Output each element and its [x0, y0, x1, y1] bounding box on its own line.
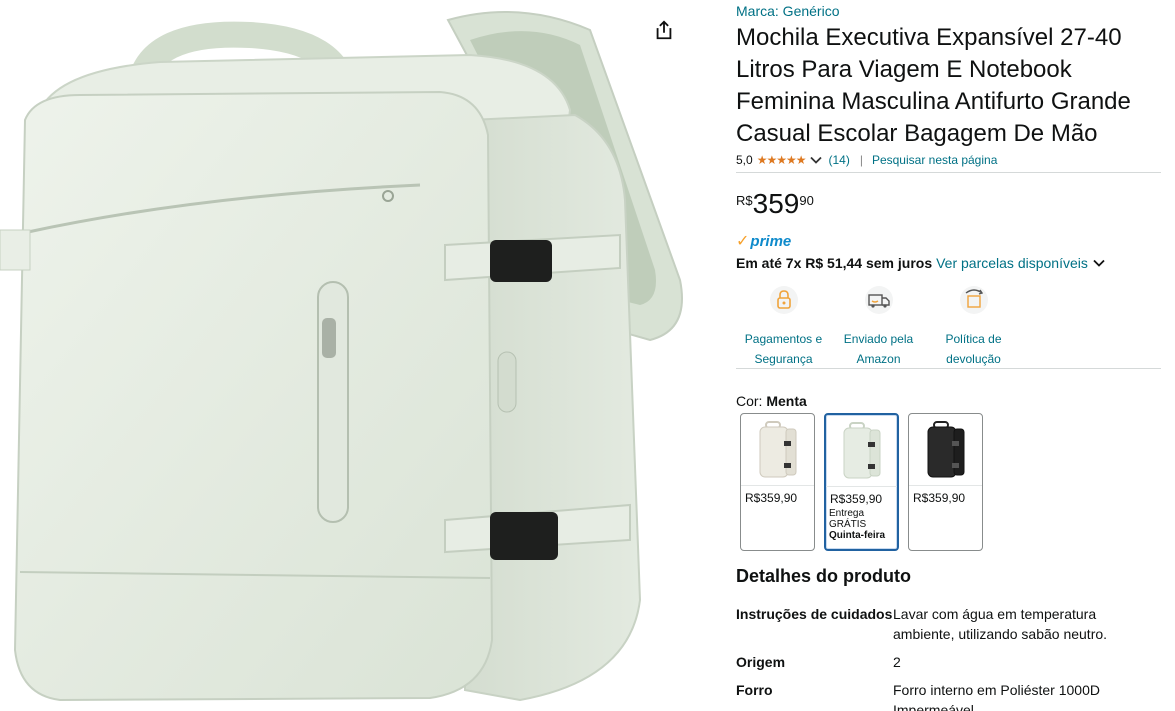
color-label: Cor: Menta	[736, 393, 807, 409]
truck-icon	[864, 286, 893, 314]
swatch-shipping: Entrega GRÁTIS Quinta-feira	[826, 506, 897, 541]
installments: Em até 7x R$ 51,44 sem juros Ver parcela…	[736, 255, 1106, 271]
installments-link[interactable]: Ver parcelas disponíveis	[936, 255, 1088, 271]
prime-badge[interactable]: ✓ prime	[736, 231, 791, 251]
chevron-down-icon[interactable]	[1092, 256, 1106, 270]
feature-returns[interactable]: Política de devolução	[926, 285, 1021, 369]
feature-shipping[interactable]: Enviado pela Amazon	[831, 285, 926, 369]
details-key: Forro	[736, 682, 773, 698]
product-info: Marca: Genérico Mochila Executiva Expans…	[736, 0, 1161, 711]
rating-count-link[interactable]: (14)	[828, 153, 849, 167]
swatch-price: R$359,90	[830, 492, 883, 506]
details-heading: Detalhes do produto	[736, 566, 911, 586]
feature-label: Enviado pela Amazon	[843, 332, 914, 366]
backpack-thumbnail-icon	[843, 421, 880, 478]
divider	[736, 368, 1161, 369]
swatch-cream[interactable]: R$359,90	[740, 413, 815, 551]
swatch-thumbnail	[909, 414, 982, 486]
installments-text: Em até 7x R$ 51,44 sem juros	[736, 255, 933, 271]
swatch-menta[interactable]: R$359,90 Entrega GRÁTIS Quinta-feira	[824, 413, 899, 551]
product-title: Mochila Executiva Expansível 27-40 Litro…	[736, 24, 1131, 147]
shipping-line: Entrega	[829, 508, 865, 519]
color-label-prefix: Cor:	[736, 393, 763, 409]
swatch-black[interactable]: R$359,90	[908, 413, 983, 551]
prime-check-icon: ✓	[736, 233, 750, 250]
backpack-thumbnail-icon	[759, 420, 796, 477]
rating-row: 5,0 ★★★★★ (14) | Pesquisar nesta página	[736, 153, 997, 167]
rating-value: 5,0	[736, 153, 753, 167]
shipping-line: GRÁTIS	[829, 519, 867, 530]
star-rating-icon[interactable]: ★★★★★	[757, 153, 807, 167]
details-table: Instruções de cuidados Lavar com água em…	[736, 604, 1161, 711]
details-row: Forro Forro interno em Poliéster 1000D I…	[736, 680, 1161, 711]
details-key: Origem	[736, 654, 786, 670]
color-swatches: R$359,90 R$359,90 Entrega GRÁTIS Quinta-…	[740, 413, 983, 551]
divider	[736, 172, 1161, 173]
product-image[interactable]	[0, 0, 692, 711]
shipping-day: Quinta-feira	[829, 530, 886, 541]
price: R$ 359 90	[736, 187, 814, 221]
chevron-down-icon[interactable]	[809, 153, 823, 167]
separator: |	[859, 153, 863, 167]
swatch-thumbnail	[741, 414, 814, 486]
brand-link[interactable]: Marca: Genérico	[736, 3, 839, 19]
search-page-link[interactable]: Pesquisar nesta página	[872, 153, 997, 167]
details-row: Instruções de cuidados Lavar com água em…	[736, 604, 1161, 644]
backpack-illustration	[0, 11, 683, 702]
selected-color: Menta	[766, 393, 807, 409]
swatch-price: R$359,90	[913, 491, 966, 505]
details-value: Lavar com água em temperatura ambiente, …	[893, 606, 1108, 642]
swatch-price: R$359,90	[745, 491, 798, 505]
details-key: Instruções de cuidados	[736, 606, 893, 622]
price-whole: 359	[752, 188, 800, 219]
prime-label: prime	[750, 232, 792, 250]
price-symbol: R$	[736, 193, 753, 208]
details-value: 2	[893, 654, 901, 670]
share-icon	[656, 20, 672, 40]
lock-icon	[769, 286, 798, 314]
price-fraction: 90	[799, 193, 814, 208]
return-icon	[959, 286, 988, 314]
details-row: Origem 2	[736, 652, 1161, 672]
share-button[interactable]	[646, 12, 682, 48]
feature-label: Política de devolução	[945, 332, 1002, 366]
feature-payments[interactable]: Pagamentos e Segurança	[736, 285, 831, 369]
feature-icons: Pagamentos e Segurança Enviado pela Amaz…	[736, 285, 1161, 369]
backpack-thumbnail-icon	[927, 420, 964, 477]
feature-label: Pagamentos e Segurança	[744, 332, 823, 366]
swatch-thumbnail	[826, 415, 897, 487]
details-value: Forro interno em Poliéster 1000D Imperme…	[893, 682, 1100, 711]
